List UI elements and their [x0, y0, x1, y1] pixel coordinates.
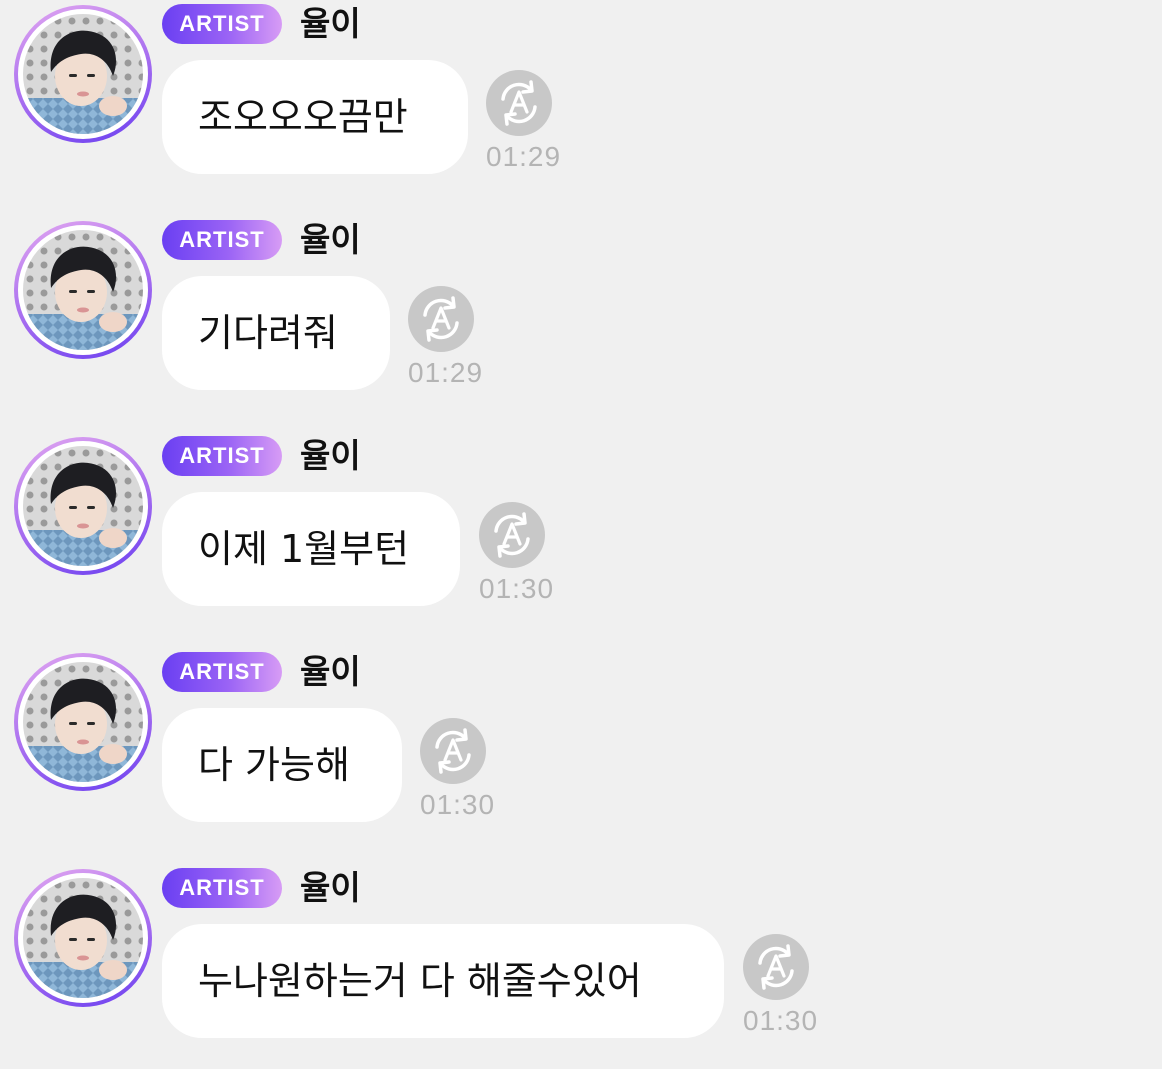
- avatar-photo-icon: [23, 14, 143, 134]
- translate-icon[interactable]: [479, 502, 545, 568]
- message-bubble: 이제 1월부턴: [162, 492, 460, 606]
- timestamp: 01:30: [420, 789, 496, 820]
- message-bubble: 누나원하는거 다 해줄수있어: [162, 924, 724, 1038]
- avatar-photo-icon: [23, 662, 143, 782]
- translate-icon[interactable]: [743, 934, 809, 1000]
- translate-icon[interactable]: [408, 286, 474, 352]
- sender-name: 율이: [300, 220, 361, 259]
- avatar[interactable]: [14, 437, 152, 575]
- artist-badge: ARTIST: [162, 436, 282, 476]
- avatar-photo-icon: [23, 230, 143, 350]
- timestamp: 01:29: [408, 357, 484, 388]
- timestamp: 01:29: [486, 141, 562, 172]
- sender-name: 율이: [300, 436, 361, 475]
- artist-badge: ARTIST: [162, 220, 282, 260]
- translate-icon[interactable]: [420, 718, 486, 784]
- message-bubble: 조오오오끔만: [162, 60, 468, 174]
- avatar-photo-icon: [23, 878, 143, 998]
- chat-message: ARTIST 율이 누나원하는거 다 해줄수있어 01:30: [0, 864, 1162, 1054]
- chat-message: ARTIST 율이 이제 1월부턴 01:30: [0, 432, 1162, 622]
- chat-message: ARTIST 율이 기다려줘 01:29: [0, 216, 1162, 406]
- message-bubble: 다 가능해: [162, 708, 402, 822]
- artist-badge: ARTIST: [162, 4, 282, 44]
- chat-message: ARTIST 율이 다 가능해 01:30: [0, 648, 1162, 838]
- sender-name: 율이: [300, 652, 361, 691]
- artist-badge: ARTIST: [162, 868, 282, 908]
- timestamp: 01:30: [479, 573, 555, 604]
- avatar[interactable]: [14, 869, 152, 1007]
- timestamp: 01:30: [743, 1005, 819, 1036]
- translate-icon[interactable]: [486, 70, 552, 136]
- avatar[interactable]: [14, 5, 152, 143]
- artist-badge: ARTIST: [162, 652, 282, 692]
- sender-name: 율이: [300, 4, 361, 43]
- sender-name: 율이: [300, 868, 361, 907]
- message-bubble: 기다려줘: [162, 276, 390, 390]
- chat-message: ARTIST 율이 조오오오끔만 01:29: [0, 0, 1162, 190]
- chat-message-list: ARTIST 율이 조오오오끔만 01:29 ARTIST 율이 기다려줘 01…: [0, 0, 1162, 1069]
- avatar-photo-icon: [23, 446, 143, 566]
- avatar[interactable]: [14, 221, 152, 359]
- avatar[interactable]: [14, 653, 152, 791]
